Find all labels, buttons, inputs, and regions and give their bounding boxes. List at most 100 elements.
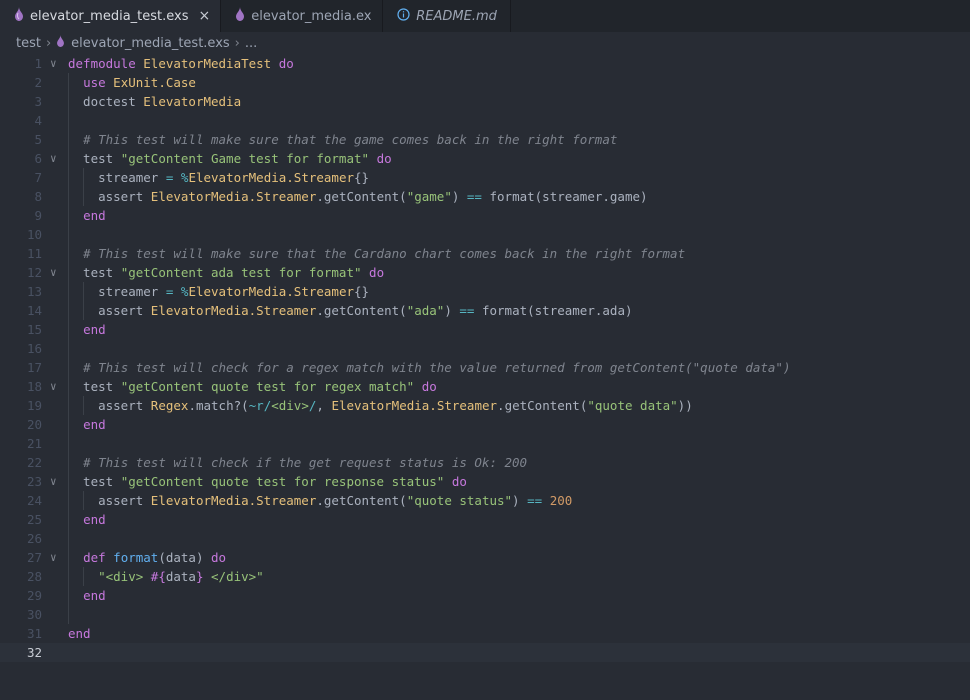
line-number: 2: [34, 75, 42, 90]
code-line[interactable]: 19 assert Regex.match?(~r/<div>/, Elevat…: [0, 396, 970, 415]
code-token: ElevatorMedia.Streamer: [150, 493, 317, 508]
line-number: 23: [26, 474, 42, 489]
line-number: 31: [26, 626, 42, 641]
code-text: # This test will make sure that the game…: [68, 130, 617, 149]
code-token: {}: [354, 170, 370, 185]
code-token: # This test will check if the get reques…: [83, 455, 528, 470]
code-line[interactable]: 14 assert ElevatorMedia.Streamer.getCont…: [0, 301, 970, 320]
breadcrumb-file[interactable]: elevator_media_test.exs: [56, 35, 230, 51]
code-line[interactable]: 8 assert ElevatorMedia.Streamer.getConte…: [0, 187, 970, 206]
code-text: test "getContent quote test for response…: [68, 472, 467, 491]
fold-chevron-icon[interactable]: ∨: [50, 472, 62, 491]
code-line[interactable]: 10: [0, 225, 970, 244]
line-number: 18: [26, 379, 42, 394]
code-token: defmodule: [68, 56, 136, 71]
code-line[interactable]: 4: [0, 111, 970, 130]
fold-chevron-icon[interactable]: ∨: [50, 263, 62, 282]
code-line[interactable]: 13 streamer = %ElevatorMedia.Streamer{}: [0, 282, 970, 301]
code-line[interactable]: 2 use ExUnit.Case: [0, 73, 970, 92]
code-token: #{: [150, 569, 166, 584]
line-number: 11: [26, 246, 42, 261]
code-token: test: [68, 474, 121, 489]
code-line[interactable]: 17 # This test will check for a regex ma…: [0, 358, 970, 377]
code-line[interactable]: 20 end: [0, 415, 970, 434]
code-token: "getContent quote test for regex match": [120, 379, 415, 394]
code-line[interactable]: 5 # This test will make sure that the ga…: [0, 130, 970, 149]
code-line[interactable]: 18 ∨ test "getContent quote test for rege…: [0, 377, 970, 396]
fold-chevron-icon[interactable]: ∨: [50, 377, 62, 396]
code-line[interactable]: 26: [0, 529, 970, 548]
code-line[interactable]: 24 assert ElevatorMedia.Streamer.getCont…: [0, 491, 970, 510]
line-number: 27: [26, 550, 42, 565]
editor-tab-bar: elevator_media_test.exs × elevator_media…: [0, 0, 970, 32]
code-token: ): [512, 493, 528, 508]
line-number: 13: [26, 284, 42, 299]
code-token: ==: [527, 493, 543, 508]
code-token: use: [83, 75, 106, 90]
code-line[interactable]: 23 ∨ test "getContent quote test for resp…: [0, 472, 970, 491]
breadcrumb-folder[interactable]: test: [16, 36, 41, 51]
code-line[interactable]: 28 "<div> #{data} </div>": [0, 567, 970, 586]
fold-chevron-icon[interactable]: ∨: [50, 149, 62, 168]
code-text: # This test will check if the get reques…: [68, 453, 527, 472]
line-number: 3: [34, 94, 42, 109]
code-line[interactable]: 27 ∨ def format(data) do: [0, 548, 970, 567]
code-token: def: [83, 550, 106, 565]
line-number: 25: [26, 512, 42, 527]
code-token: format(streamer.game): [481, 189, 648, 204]
line-number: 19: [26, 398, 42, 413]
code-text: end: [68, 415, 106, 434]
code-text: # This test will check for a regex match…: [68, 358, 790, 377]
elixir-drop-icon: [14, 7, 24, 25]
code-text: assert ElevatorMedia.Streamer.getContent…: [68, 491, 572, 510]
code-line[interactable]: 31 end: [0, 624, 970, 643]
code-line[interactable]: 6 ∨ test "getContent Game test for format…: [0, 149, 970, 168]
breadcrumb-more[interactable]: ...: [245, 36, 257, 51]
code-line[interactable]: 11 # This test will make sure that the C…: [0, 244, 970, 263]
code-line[interactable]: 12 ∨ test "getContent ada test for format…: [0, 263, 970, 282]
code-token: doctest: [68, 94, 144, 109]
code-token: .getContent(: [497, 398, 588, 413]
tab-elevator-media[interactable]: elevator_media.ex: [221, 0, 384, 32]
indent-guide: [83, 567, 84, 586]
code-line[interactable]: 32: [0, 643, 970, 662]
fold-chevron-icon[interactable]: ∨: [50, 548, 62, 567]
fold-chevron-icon[interactable]: ∨: [50, 54, 62, 73]
code-text: end: [68, 510, 106, 529]
close-icon[interactable]: ×: [199, 8, 211, 24]
code-line[interactable]: 15 end: [0, 320, 970, 339]
line-number: 6: [34, 151, 42, 166]
code-line[interactable]: 9 end: [0, 206, 970, 225]
code-line[interactable]: 16: [0, 339, 970, 358]
code-line[interactable]: 22 # This test will check if the get req…: [0, 453, 970, 472]
code-text: test "getContent Game test for format" d…: [68, 149, 392, 168]
tab-readme[interactable]: README.md: [383, 0, 512, 32]
code-text: defmodule ElevatorMediaTest do: [68, 54, 294, 73]
code-token: end: [83, 322, 106, 337]
code-token: data: [165, 569, 196, 584]
code-line[interactable]: 7 streamer = %ElevatorMedia.Streamer{}: [0, 168, 970, 187]
tab-label: README.md: [416, 8, 497, 24]
line-number: 29: [26, 588, 42, 603]
code-text: assert Regex.match?(~r/<div>/, ElevatorM…: [68, 396, 693, 415]
code-token: </div>": [203, 569, 264, 584]
code-line[interactable]: 25 end: [0, 510, 970, 529]
code-line[interactable]: 3 doctest ElevatorMedia: [0, 92, 970, 111]
code-token: assert: [68, 303, 151, 318]
elixir-drop-icon: [56, 35, 71, 51]
code-text: def format(data) do: [68, 548, 226, 567]
code-line[interactable]: 21: [0, 434, 970, 453]
code-editor[interactable]: 1 ∨ defmodule ElevatorMediaTest do 2 use Ex…: [0, 54, 970, 700]
tab-elevator-media-test[interactable]: elevator_media_test.exs ×: [0, 0, 222, 32]
code-line[interactable]: 29 end: [0, 586, 970, 605]
code-line[interactable]: 30: [0, 605, 970, 624]
code-token: assert: [68, 398, 151, 413]
code-line[interactable]: 1 ∨ defmodule ElevatorMediaTest do: [0, 54, 970, 73]
